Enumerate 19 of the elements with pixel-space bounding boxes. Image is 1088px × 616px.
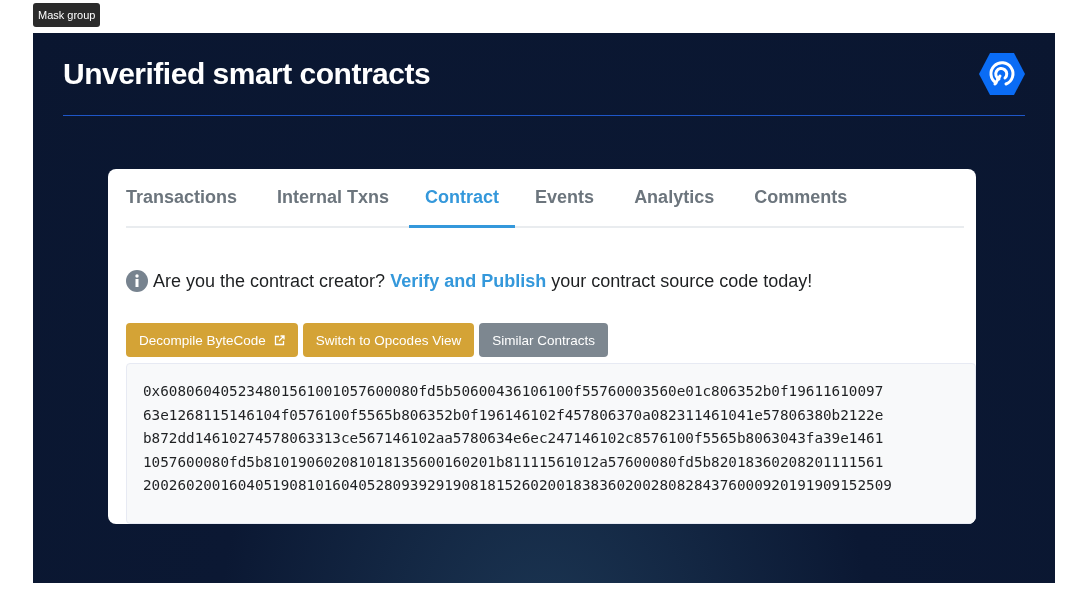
action-button[interactable]: Similar Contracts bbox=[479, 323, 608, 357]
verify-publish-link[interactable]: Verify and Publish bbox=[390, 270, 547, 291]
info-icon bbox=[126, 270, 148, 292]
bytecode-line: b872dd14610274578063313ce567146102aa5780634e6ec247146102c8576100f5565b8063043fa39e1461 bbox=[143, 429, 885, 448]
tab[interactable]: Analytics bbox=[614, 169, 735, 228]
tab[interactable]: Contract bbox=[409, 169, 516, 228]
bytecode-line: 1057600080fd5b810190602081018135600160201b81111561012a57600080fd5b82018360208201111561 bbox=[143, 452, 885, 472]
bytecode-line: 63e1268115146104f0576100f5565b806352b0f196146102f457806370a082311461041e57806380b2122e bbox=[143, 405, 885, 425]
bytecode-line: 0x608060405234801561001057600080fd5b50600436106100f55760003560e01c806352b0f19611610097 bbox=[143, 382, 885, 401]
tooltip: Mask group bbox=[33, 3, 101, 27]
slide-title: Unverified smart contracts bbox=[63, 57, 431, 91]
tab[interactable]: Internal Txns bbox=[257, 169, 410, 228]
notice-text: Are you the contract creator? Verify and Publish your contract source code today! bbox=[153, 270, 813, 292]
external-link-icon bbox=[273, 334, 285, 346]
hexagon-logo-icon bbox=[978, 52, 1026, 96]
tab[interactable]: Events bbox=[515, 169, 615, 228]
tab[interactable]: Comments bbox=[734, 169, 868, 228]
bytecode-line: 200260200160405190810160405280939291908181526020018383602002808284376000920191909152509 bbox=[143, 476, 893, 495]
tab[interactable]: Transactions bbox=[126, 169, 258, 228]
